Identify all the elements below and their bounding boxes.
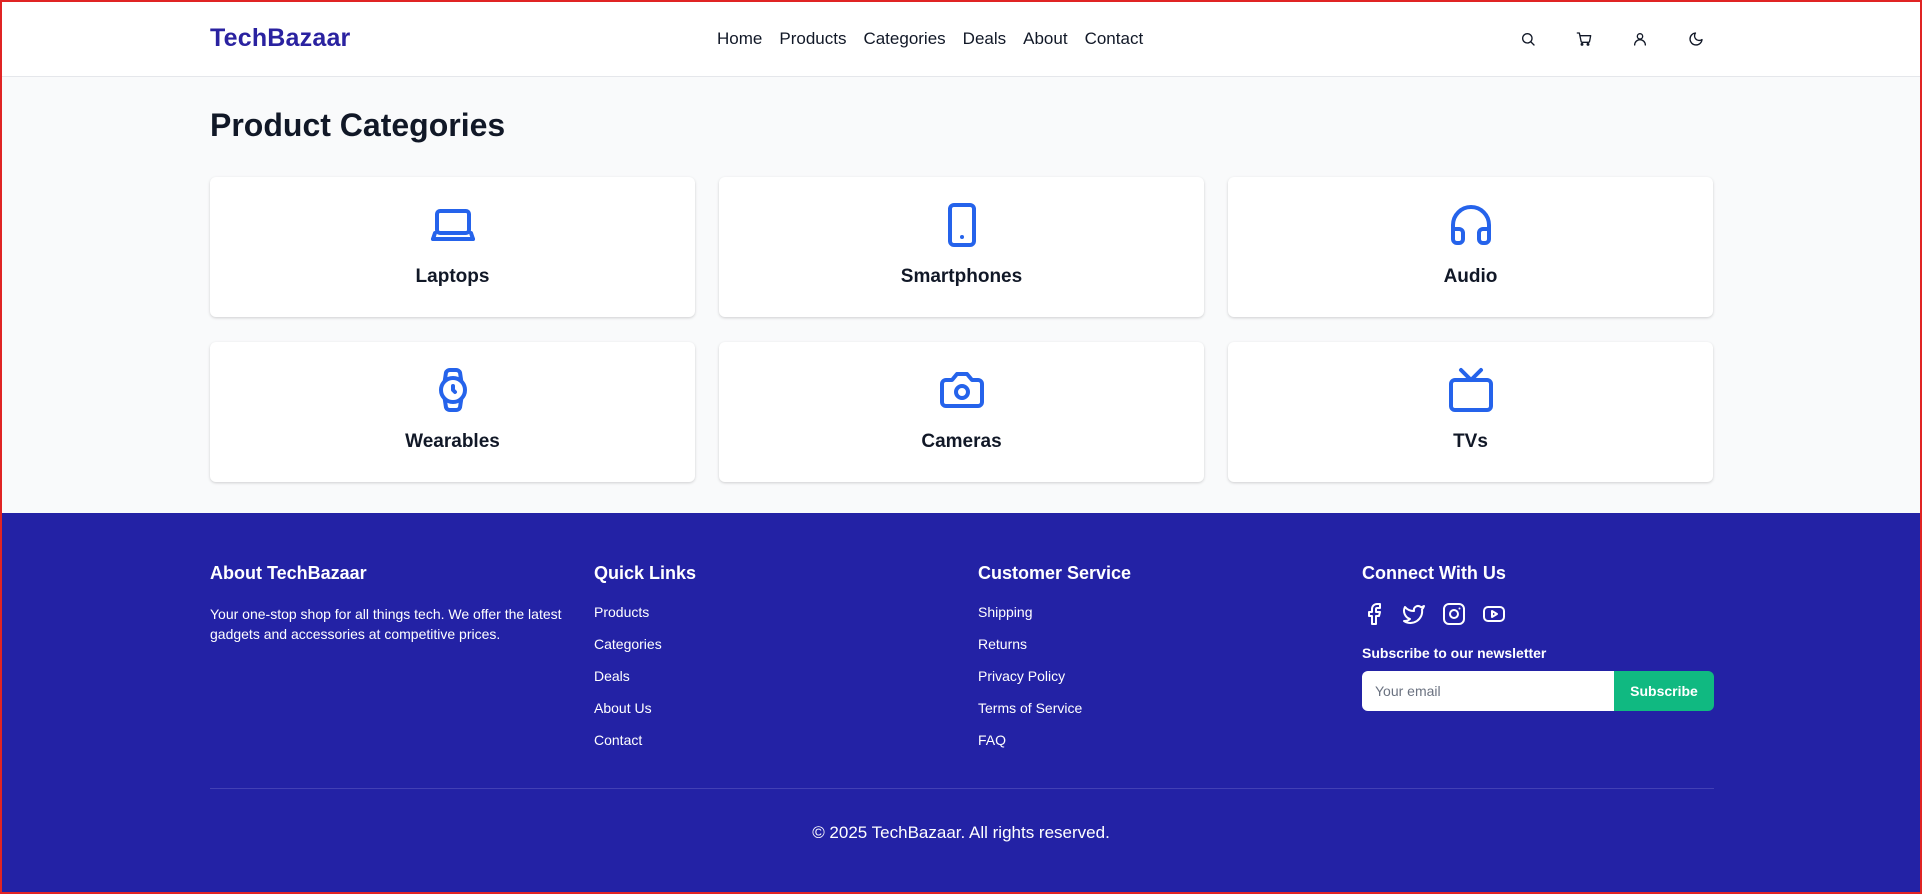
footer-link-terms-of-service[interactable]: Terms of Service bbox=[978, 700, 1082, 716]
footer-link-deals[interactable]: Deals bbox=[594, 668, 630, 684]
nav-about[interactable]: About bbox=[1023, 29, 1067, 49]
nav-categories[interactable]: Categories bbox=[863, 29, 945, 49]
headphones-icon bbox=[1447, 201, 1495, 254]
header-actions bbox=[1516, 27, 1708, 51]
category-label: Cameras bbox=[921, 431, 1002, 452]
subscribe-button[interactable]: Subscribe bbox=[1614, 671, 1714, 711]
copyright-text: © 2025 TechBazaar. All rights reserved. bbox=[812, 823, 1110, 842]
footer-link-returns[interactable]: Returns bbox=[978, 636, 1027, 652]
nav-home[interactable]: Home bbox=[717, 29, 762, 49]
nav-contact[interactable]: Contact bbox=[1085, 29, 1144, 49]
main-nav: Home Products Categories Deals About Con… bbox=[717, 0, 1143, 77]
search-icon[interactable] bbox=[1516, 27, 1540, 51]
footer-connect: Connect With Us Subscribe to our newslet… bbox=[1362, 563, 1714, 764]
tv-icon bbox=[1447, 366, 1495, 419]
site-header: TechBazaar Home Products Categories Deal… bbox=[0, 0, 1922, 77]
category-grid: Laptops Smartphones Audio Wearables Came… bbox=[210, 177, 1714, 482]
category-card-audio[interactable]: Audio bbox=[1228, 177, 1713, 317]
footer-link-shipping[interactable]: Shipping bbox=[978, 604, 1033, 620]
nav-products[interactable]: Products bbox=[779, 29, 846, 49]
cart-icon[interactable] bbox=[1572, 27, 1596, 51]
category-label: TVs bbox=[1453, 431, 1488, 452]
watch-icon bbox=[429, 366, 477, 419]
footer-quick-links: Quick Links Products Categories Deals Ab… bbox=[594, 563, 978, 764]
category-card-smartphones[interactable]: Smartphones bbox=[719, 177, 1204, 317]
newsletter-label: Subscribe to our newsletter bbox=[1362, 645, 1547, 661]
user-icon[interactable] bbox=[1628, 27, 1652, 51]
category-card-cameras[interactable]: Cameras bbox=[719, 342, 1204, 482]
category-label: Smartphones bbox=[900, 266, 1023, 287]
footer-divider bbox=[210, 788, 1714, 789]
social-links bbox=[1362, 602, 1714, 631]
footer-link-about-us[interactable]: About Us bbox=[594, 700, 652, 716]
site-footer: About TechBazaar Your one-stop shop for … bbox=[0, 513, 1922, 894]
page-title: Product Categories bbox=[210, 107, 506, 143]
twitter-icon[interactable] bbox=[1402, 602, 1426, 631]
footer-link-categories[interactable]: Categories bbox=[594, 636, 662, 652]
smartphone-icon bbox=[938, 201, 986, 254]
footer-link-products[interactable]: Products bbox=[594, 604, 649, 620]
category-card-tvs[interactable]: TVs bbox=[1228, 342, 1713, 482]
nav-deals[interactable]: Deals bbox=[963, 29, 1006, 49]
footer-about-text: Your one-stop shop for all things tech. … bbox=[210, 606, 562, 642]
footer-link-contact[interactable]: Contact bbox=[594, 732, 642, 748]
category-card-wearables[interactable]: Wearables bbox=[210, 342, 695, 482]
footer-link-privacy-policy[interactable]: Privacy Policy bbox=[978, 668, 1065, 684]
footer-heading: Quick Links bbox=[594, 563, 697, 583]
site-logo[interactable]: TechBazaar bbox=[210, 24, 351, 53]
laptop-icon bbox=[429, 201, 477, 254]
facebook-icon[interactable] bbox=[1362, 602, 1386, 631]
footer-heading: Customer Service bbox=[978, 563, 1132, 583]
footer-customer-service: Customer Service Shipping Returns Privac… bbox=[978, 563, 1362, 764]
category-card-laptops[interactable]: Laptops bbox=[210, 177, 695, 317]
youtube-icon[interactable] bbox=[1482, 602, 1506, 631]
newsletter-email-input[interactable] bbox=[1362, 671, 1614, 711]
footer-heading: Connect With Us bbox=[1362, 563, 1506, 583]
camera-icon bbox=[938, 366, 986, 419]
category-label: Laptops bbox=[415, 266, 490, 287]
footer-about: About TechBazaar Your one-stop shop for … bbox=[210, 563, 594, 764]
category-label: Audio bbox=[1443, 266, 1498, 287]
footer-heading: About TechBazaar bbox=[210, 563, 367, 583]
instagram-icon[interactable] bbox=[1442, 602, 1466, 631]
footer-link-faq[interactable]: FAQ bbox=[978, 732, 1006, 748]
main-content: Product Categories Laptops Smartphones A… bbox=[0, 77, 1922, 512]
category-label: Wearables bbox=[405, 431, 500, 452]
newsletter-form: Subscribe bbox=[1362, 671, 1714, 711]
moon-icon[interactable] bbox=[1684, 27, 1708, 51]
